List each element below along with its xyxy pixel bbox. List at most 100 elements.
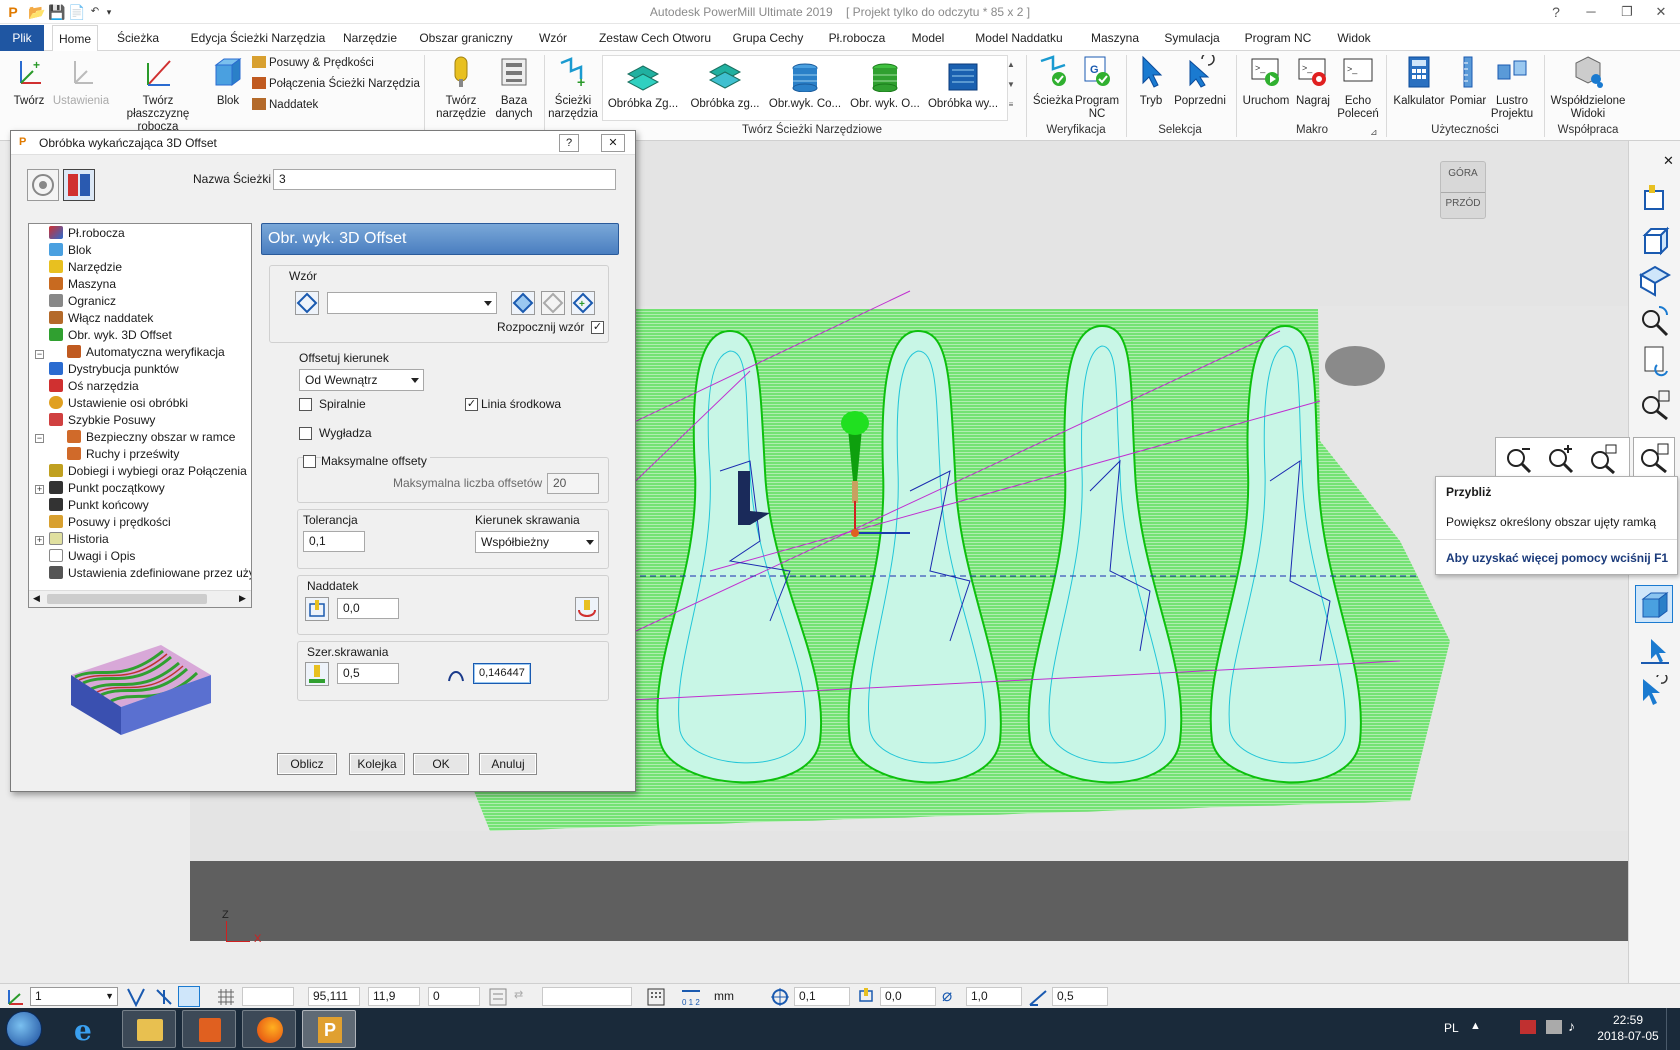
- naddatek-button[interactable]: Naddatek: [252, 98, 318, 111]
- start-pattern-checkbox[interactable]: ✓: [591, 321, 604, 334]
- tree-item[interactable]: Obr. wyk. 3D Offset: [49, 327, 172, 344]
- tworz-narzedzie-button[interactable]: Twórz narzędzie: [428, 55, 494, 121]
- tab-model[interactable]: Model: [904, 25, 952, 51]
- network-icon[interactable]: [1546, 1020, 1562, 1034]
- tab-plrobocza[interactable]: Pł.robocza: [822, 25, 892, 51]
- tree-item[interactable]: Bezpieczny obszar w ramce: [67, 429, 235, 446]
- makro-launcher-icon[interactable]: ⊿: [1370, 127, 1378, 138]
- taskbar-powermill[interactable]: P: [302, 1010, 356, 1048]
- sciezka-verify-button[interactable]: Ścieżka: [1030, 55, 1076, 108]
- close-panel-icon[interactable]: ✕: [1663, 153, 1674, 169]
- tab-obszar[interactable]: Obszar graniczny: [416, 25, 516, 51]
- max-offsets-count-input[interactable]: 20: [547, 473, 599, 494]
- grid-spacing-icon[interactable]: [646, 987, 666, 1007]
- queue-button[interactable]: Kolejka: [349, 753, 405, 775]
- tree-item[interactable]: Historia: [49, 531, 109, 548]
- zoom-window-icon[interactable]: [1588, 444, 1618, 474]
- tree-hscrollbar[interactable]: ◀ ▶: [29, 590, 251, 607]
- poprzedni-button[interactable]: Poprzedni: [1172, 52, 1228, 108]
- start-button[interactable]: [6, 1011, 42, 1047]
- gallery-item-5[interactable]: Obróbka wy...: [925, 62, 1001, 111]
- nagraj-button[interactable]: >_ Nagraj: [1290, 55, 1336, 108]
- tree-item[interactable]: Ustawienia zdefiniowane przez użytkownik…: [49, 565, 251, 582]
- stepover-status-field[interactable]: 0,5: [1052, 987, 1108, 1006]
- workplane-select[interactable]: 1 ▼: [30, 987, 118, 1006]
- tolerance-status-field[interactable]: 0,1: [794, 987, 850, 1006]
- scroll-right-icon[interactable]: ▶: [239, 593, 246, 604]
- tab-grupa[interactable]: Grupa Cechy: [730, 25, 806, 51]
- lustro-projektu-button[interactable]: Lustro Projektu: [1486, 55, 1538, 121]
- tree-item[interactable]: Dystrybucja punktów: [49, 361, 179, 378]
- snap-icon[interactable]: [126, 987, 146, 1007]
- tab-program-nc[interactable]: Program NC: [1240, 25, 1316, 51]
- polaczenia-button[interactable]: Połączenia Ścieżki Narzędzia: [252, 77, 420, 90]
- shaded-view-button[interactable]: [1635, 585, 1673, 623]
- uruchom-button[interactable]: >_ Uruchom: [1240, 55, 1292, 108]
- offset-direction-dropdown[interactable]: Od Wewnątrz: [299, 369, 424, 391]
- zoom-in-icon[interactable]: [1546, 444, 1576, 474]
- tree-item[interactable]: Pł.robocza: [49, 225, 125, 242]
- cancel-button[interactable]: Anuluj: [479, 753, 537, 775]
- gallery-item-1[interactable]: Obróbka Zg...: [605, 62, 681, 111]
- spiral-checkbox[interactable]: [299, 398, 312, 411]
- scroll-thumb[interactable]: [47, 594, 207, 604]
- tworz-button[interactable]: + Twórz: [6, 55, 52, 108]
- kalkulator-button[interactable]: Kalkulator: [1390, 55, 1448, 108]
- stepover-input[interactable]: 0,5: [337, 663, 399, 684]
- max-offsets-checkbox[interactable]: [303, 455, 316, 468]
- program-nc-verify-button[interactable]: G Program NC: [1074, 55, 1120, 121]
- gallery-item-2[interactable]: Obróbka zg...: [685, 62, 765, 111]
- thickness-button[interactable]: [305, 597, 329, 621]
- tree-item[interactable]: Posuwy i prędkości: [49, 514, 171, 531]
- tree-item[interactable]: Ogranicz: [49, 293, 116, 310]
- tree-item[interactable]: Ustawienie osi obróbki: [49, 395, 188, 412]
- pomiar-button[interactable]: Pomiar: [1446, 55, 1490, 108]
- volume-icon[interactable]: ♪: [1568, 1018, 1575, 1034]
- blok-button[interactable]: Blok: [210, 55, 246, 108]
- ok-button[interactable]: OK: [413, 753, 469, 775]
- previous-select-icon[interactable]: [1639, 675, 1671, 707]
- dialog-close-button[interactable]: ✕: [601, 134, 625, 152]
- coord-x-field[interactable]: 95,111: [308, 987, 360, 1006]
- view-cube-top[interactable]: GÓRA: [1441, 168, 1485, 179]
- tree-item[interactable]: Punkt końcowy: [49, 497, 149, 514]
- view-cube-icon[interactable]: [1639, 225, 1671, 257]
- select-box-icon[interactable]: [1639, 635, 1671, 667]
- tab-model-naddatku[interactable]: Model Naddatku: [966, 25, 1072, 51]
- list-icon[interactable]: [488, 987, 508, 1007]
- tree-item[interactable]: Punkt początkowy: [49, 480, 165, 497]
- tab-wzor[interactable]: Wzór: [532, 25, 574, 51]
- sciezki-narzedzia-button[interactable]: + Ścieżki narzędzia: [548, 55, 598, 121]
- gallery-item-4[interactable]: Obr. wyk. O...: [845, 62, 925, 111]
- tab-narzedzie[interactable]: Narzędzie: [332, 25, 408, 51]
- zoom-out-icon[interactable]: [1504, 444, 1534, 474]
- path-name-input[interactable]: 3: [273, 169, 616, 190]
- tree-expand-icon[interactable]: +: [35, 485, 44, 494]
- ustawienia-button[interactable]: Ustawienia: [52, 55, 110, 108]
- baza-danych-button[interactable]: Baza danych: [492, 55, 536, 121]
- tray-expand-icon[interactable]: ▲: [1470, 1020, 1481, 1032]
- cut-direction-dropdown[interactable]: Współbieżny: [475, 531, 599, 553]
- pattern-new-button[interactable]: +: [571, 291, 595, 315]
- wspoldzielone-widoki-button[interactable]: Współdzielone Widoki: [1548, 55, 1628, 121]
- tryb-button[interactable]: Tryb: [1130, 55, 1172, 108]
- tree-collapse-icon[interactable]: −: [35, 434, 44, 443]
- command-field[interactable]: [542, 987, 632, 1006]
- taskbar-firefox[interactable]: [242, 1010, 296, 1048]
- view-iso-icon[interactable]: [1639, 183, 1671, 215]
- gallery-item-3[interactable]: Obr.wyk. Co...: [765, 62, 845, 111]
- show-desktop-button[interactable]: [1666, 1008, 1680, 1050]
- pick-icon[interactable]: [154, 987, 174, 1007]
- taskbar-media[interactable]: [182, 1010, 236, 1048]
- tree-item[interactable]: Narzędzie: [49, 259, 122, 276]
- tab-zestaw[interactable]: Zestaw Cech Otworu: [590, 25, 720, 51]
- tab-widok[interactable]: Widok: [1326, 25, 1382, 51]
- tab-home[interactable]: Home: [52, 25, 98, 52]
- stock-status-field[interactable]: 0,0: [880, 987, 936, 1006]
- tree-item[interactable]: Włącz naddatek: [49, 310, 153, 327]
- zoom-refresh-icon[interactable]: [1639, 305, 1671, 337]
- tab-maszyna[interactable]: Maszyna: [1086, 25, 1144, 51]
- view-shaded-icon[interactable]: [1639, 265, 1671, 297]
- tree-collapse-icon[interactable]: −: [35, 350, 44, 359]
- close-window-button[interactable]: ✕: [1638, 0, 1680, 24]
